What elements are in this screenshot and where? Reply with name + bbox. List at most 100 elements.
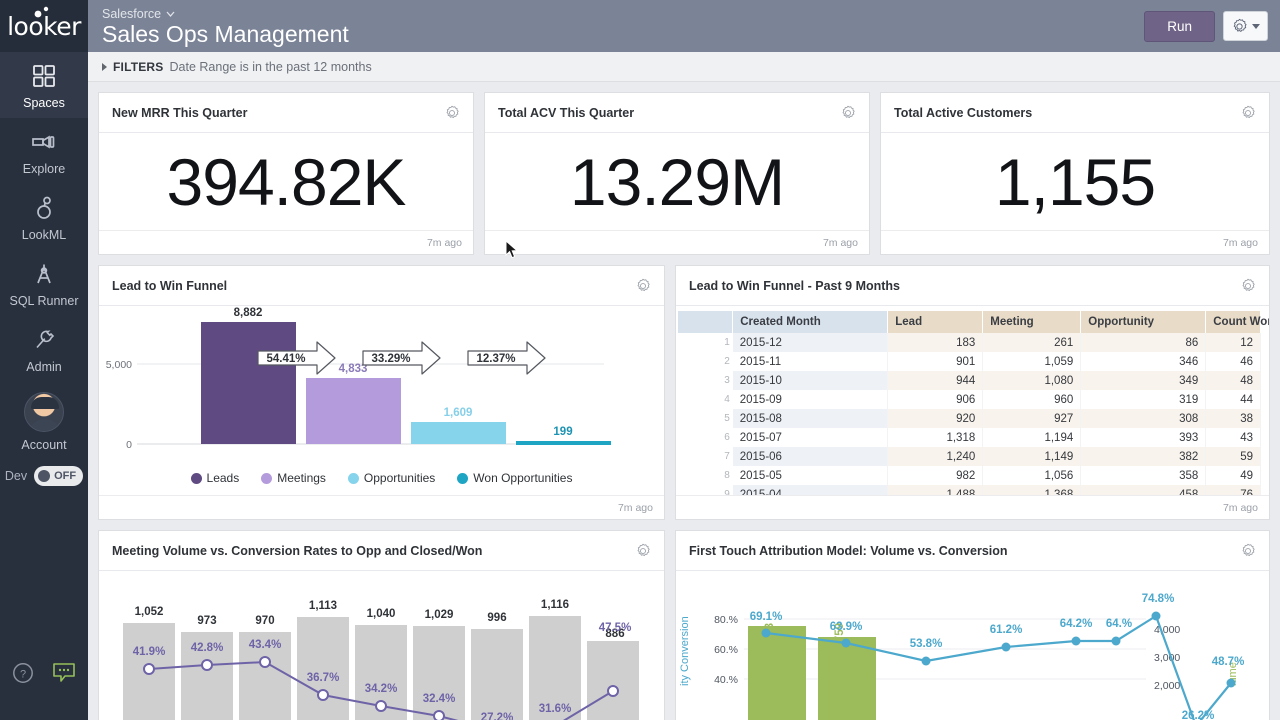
bar-9 — [587, 641, 639, 720]
bar-7 — [471, 629, 523, 720]
column-header-opportunity[interactable]: Opportunity — [1081, 311, 1206, 333]
tile-body: 1,052 973 970 1,113 1,040 1,029 996 1,11… — [99, 571, 664, 720]
cell-lead: 1,318 — [888, 428, 983, 447]
kpi-value: 13.29M — [485, 133, 869, 230]
tile-footer: 7m ago — [881, 230, 1269, 254]
legend-item-won-opportunities[interactable]: Won Opportunities — [457, 471, 572, 485]
run-button[interactable]: Run — [1144, 11, 1215, 42]
table-row: 7 2015-06 1,240 1,149 382 59 — [678, 447, 1261, 466]
cell-opportunity: 382 — [1081, 447, 1206, 466]
dev-mode-toggle[interactable]: OFF — [34, 466, 83, 486]
conv-label-7: 27.2% — [481, 712, 514, 720]
funnel-bar-won — [516, 441, 611, 445]
cell-created-month: 2015-04 — [733, 485, 888, 495]
legend-swatch — [457, 473, 468, 484]
cell-meeting: 960 — [983, 390, 1081, 409]
funnel-arrow-3: 12.37% — [468, 342, 545, 374]
kpi-value: 394.82K — [99, 133, 473, 230]
tile-total-active-customers: Total Active Customers 1,155 7m ago — [880, 92, 1270, 255]
tile-header: Meeting Volume vs. Conversion Rates to O… — [99, 531, 664, 571]
cell-opportunity: 358 — [1081, 466, 1206, 485]
column-header-meeting[interactable]: Meeting — [983, 311, 1081, 333]
cell-lead: 920 — [888, 409, 983, 428]
dev-mode-label: Dev — [5, 469, 27, 483]
sidebar-item-label: Account — [21, 438, 66, 452]
cell-count-won: 49 — [1206, 466, 1261, 485]
point-1 — [762, 629, 771, 638]
tile-title: Lead to Win Funnel - Past 9 Months — [689, 279, 900, 293]
dev-mode-row: Dev OFF — [5, 466, 83, 486]
chat-bubble-icon[interactable] — [52, 662, 76, 684]
legend-item-leads[interactable]: Leads — [191, 471, 240, 485]
gear-icon[interactable] — [1240, 105, 1256, 121]
gear-icon[interactable] — [635, 543, 651, 559]
gear-icon[interactable] — [1240, 278, 1256, 294]
gear-icon[interactable] — [1240, 543, 1256, 559]
cell-lead: 1,240 — [888, 447, 983, 466]
table-header-row: Created Month Lead Meeting Opportunity C… — [678, 311, 1261, 333]
topbar: Salesforce Sales Ops Management Run — [88, 0, 1280, 52]
cell-count-won: 12 — [1206, 333, 1261, 352]
volume-bar-1 — [748, 626, 806, 720]
first-touch-attribution-chart: ity Conversion lume 80.% 60.% 40.% 4,000… — [676, 571, 1246, 720]
funnel-legend: Leads Meetings Opportunities — [99, 471, 664, 485]
gear-icon[interactable] — [444, 105, 460, 121]
filter-bar[interactable]: FILTERS Date Range is in the past 12 mon… — [88, 52, 1280, 82]
dashboard-settings-button[interactable] — [1223, 11, 1268, 41]
row-index-header — [678, 311, 733, 333]
point-5 — [1072, 637, 1081, 646]
sidebar-item-spaces[interactable]: Spaces — [0, 52, 88, 118]
column-header-count-won[interactable]: Count Won — [1206, 311, 1261, 333]
breadcrumb[interactable]: Salesforce — [102, 7, 349, 21]
gear-icon[interactable] — [635, 278, 651, 294]
sidebar-item-label: LookML — [22, 228, 66, 242]
tile-total-acv: Total ACV This Quarter 13.29M 7m ago — [484, 92, 870, 255]
tile-header: Lead to Win Funnel — [99, 266, 664, 306]
cell-count-won: 43 — [1206, 428, 1261, 447]
tile-updated: 7m ago — [427, 237, 462, 249]
sidebar-item-label: Spaces — [23, 96, 65, 110]
sidebar-item-account[interactable]: Account — [0, 382, 88, 460]
funnel-arrow-2: 33.29% — [363, 342, 440, 374]
cell-opportunity: 308 — [1081, 409, 1206, 428]
table-row: 4 2015-09 906 960 319 44 — [678, 390, 1261, 409]
question-circle-icon[interactable]: ? — [12, 662, 34, 684]
tile-header: Total ACV This Quarter — [485, 93, 869, 133]
bar-label-7: 996 — [487, 612, 506, 624]
conv-label-9: 47.5% — [599, 622, 632, 634]
legend-label: Opportunities — [364, 471, 435, 485]
point-3 — [922, 657, 931, 666]
cell-count-won: 59 — [1206, 447, 1261, 466]
funnel-data-table[interactable]: Created Month Lead Meeting Opportunity C… — [678, 311, 1261, 495]
table-row: 3 2015-10 944 1,080 349 48 — [678, 371, 1261, 390]
svg-text:54.41%: 54.41% — [266, 353, 305, 365]
column-header-created-month[interactable]: Created Month — [733, 311, 888, 333]
gear-icon — [1231, 18, 1248, 35]
sidebar-footer: ? — [0, 662, 88, 684]
cell-opportunity: 458 — [1081, 485, 1206, 495]
right-tick-3000: 3,000 — [1154, 652, 1180, 664]
sidebar-item-explore[interactable]: Explore — [0, 118, 88, 184]
conv-label-4: 36.7% — [307, 672, 340, 684]
table-row: 5 2015-08 920 927 308 38 — [678, 409, 1261, 428]
sidebar-item-lookml[interactable]: LookML — [0, 184, 88, 250]
point-9 — [1227, 679, 1236, 688]
sidebar-item-admin[interactable]: Admin — [0, 316, 88, 382]
y-tick-0: 0 — [126, 439, 132, 451]
sidebar-item-sql-runner[interactable]: SQL Runner — [0, 250, 88, 316]
point-4 — [1002, 643, 1011, 652]
cell-meeting: 1,059 — [983, 352, 1081, 371]
wrench-icon — [29, 326, 59, 354]
bar-label-5: 1,040 — [367, 608, 396, 620]
column-header-lead[interactable]: Lead — [888, 311, 983, 333]
table-row: 9 2015-04 1,488 1,368 458 76 — [678, 485, 1261, 495]
tile-footer: 7m ago — [99, 230, 473, 254]
funnel-bar-opportunities — [411, 422, 506, 444]
tile-footer: 7m ago — [676, 495, 1269, 519]
funnel-value-opportunities: 1,609 — [444, 407, 473, 419]
gear-icon[interactable] — [840, 105, 856, 121]
legend-item-opportunities[interactable]: Opportunities — [348, 471, 435, 485]
cell-lead: 982 — [888, 466, 983, 485]
looker-logo[interactable]: looker — [0, 0, 88, 52]
legend-item-meetings[interactable]: Meetings — [261, 471, 326, 485]
